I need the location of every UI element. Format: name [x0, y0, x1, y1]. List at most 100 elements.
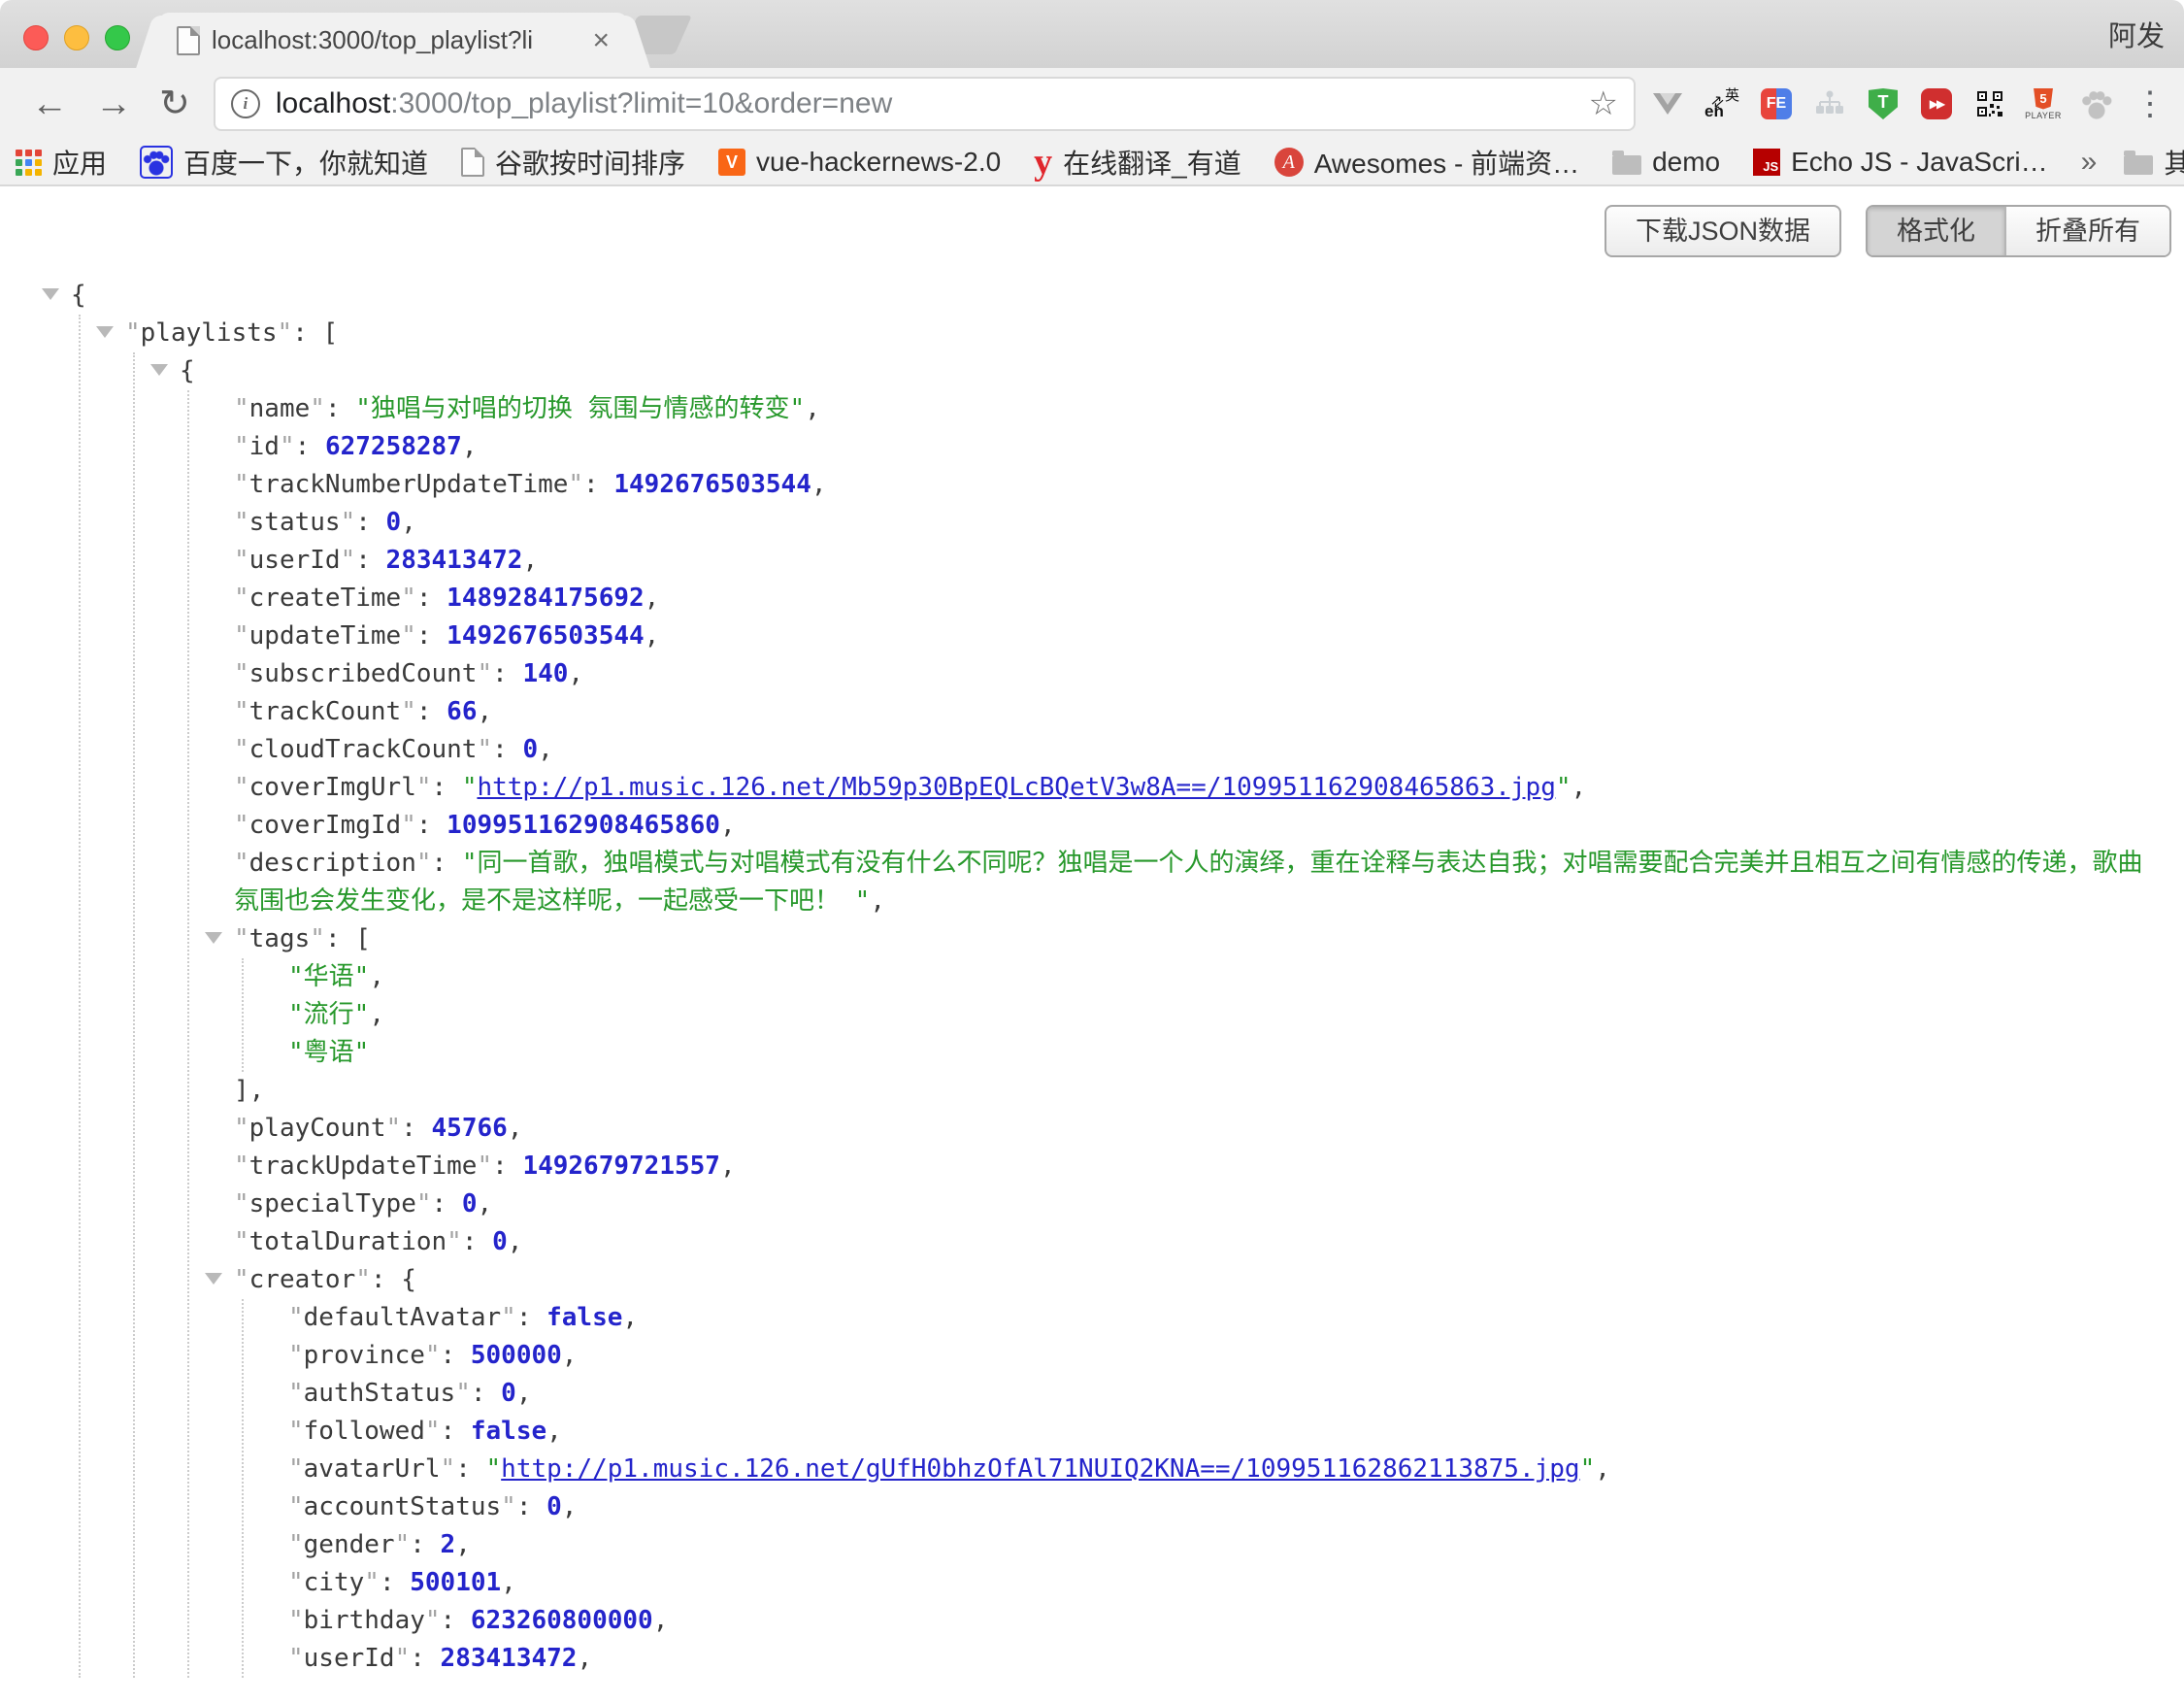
- json-punct: ,: [401, 508, 416, 537]
- vue-devtools-icon[interactable]: [1651, 85, 1684, 122]
- quote: ": [447, 1227, 462, 1256]
- collapse-toggle-icon[interactable]: [150, 364, 168, 376]
- json-boolean: false: [471, 1417, 546, 1446]
- json-key: "createTime": [234, 584, 416, 613]
- json-punct: :: [516, 1303, 546, 1332]
- json-line: "defaultAvatar": false,: [288, 1299, 2167, 1337]
- bookmark-google-sort[interactable]: 谷歌按时间排序: [461, 143, 685, 182]
- menu-dots-icon[interactable]: ⋮: [2134, 85, 2167, 122]
- paw-extension-icon[interactable]: [2080, 85, 2113, 122]
- minimize-window-button[interactable]: [64, 25, 89, 50]
- json-key: "specialType": [234, 1189, 432, 1219]
- collapse-toggle-icon[interactable]: [42, 288, 59, 300]
- bookmark-vue-hackernews[interactable]: V vue-hackernews-2.0: [718, 147, 1001, 178]
- quote: ": [234, 432, 249, 461]
- json-link[interactable]: http://p1.music.126.net/gUfH0bhzOfAl71NU…: [501, 1454, 1579, 1484]
- vue-logo-icon: V: [718, 149, 745, 176]
- json-number: 1492676503544: [447, 621, 645, 651]
- json-key: "city": [288, 1568, 380, 1597]
- json-key: "userId": [288, 1644, 410, 1673]
- json-key: "description": [234, 849, 432, 878]
- bookmark-echojs[interactable]: JS Echo JS - JavaScri…: [1753, 147, 2048, 178]
- info-icon[interactable]: i: [231, 89, 260, 118]
- collapse-toggle-icon[interactable]: [205, 1273, 222, 1285]
- video-speed-icon[interactable]: ▶▶: [1920, 85, 1953, 122]
- quote: ": [364, 1568, 380, 1597]
- zoom-window-button[interactable]: [105, 25, 130, 50]
- json-key-name: followed: [304, 1417, 425, 1446]
- json-line: "status": 0,: [234, 504, 2167, 542]
- tampermonkey-icon[interactable]: T: [1867, 85, 1900, 122]
- back-icon[interactable]: ←: [31, 85, 68, 122]
- bookmark-other-folder[interactable]: 其他书签: [2124, 143, 2184, 182]
- json-viewer-controls: 下载JSON数据 格式化 折叠所有: [1605, 205, 2171, 257]
- translate-icon[interactable]: 英 ⇄ en: [1704, 86, 1739, 121]
- tab-close-icon[interactable]: ×: [592, 26, 610, 55]
- bookmarks-overflow-icon[interactable]: »: [2081, 146, 2098, 179]
- quote: ": [234, 508, 249, 537]
- baidu-paw-icon: [140, 146, 173, 179]
- json-string: "http://p1.music.126.net/Mb59p30BpEQLcBQ…: [462, 773, 1572, 802]
- json-key-name: trackNumberUpdateTime: [249, 470, 569, 499]
- apps-grid-icon: [16, 150, 42, 176]
- profile-name[interactable]: 阿发: [2108, 0, 2165, 68]
- collapse-all-button[interactable]: 折叠所有: [2004, 207, 2169, 255]
- bookmark-youdao[interactable]: y 在线翻译_有道: [1034, 143, 1241, 182]
- bookmark-apps[interactable]: 应用: [16, 143, 107, 182]
- traffic-lights: [23, 25, 130, 50]
- sitemap-icon[interactable]: [1813, 85, 1846, 122]
- reload-icon[interactable]: ↻: [159, 85, 190, 122]
- html5-player-icon[interactable]: 5 PLAYER: [2027, 85, 2060, 122]
- bookmark-demo[interactable]: demo: [1612, 147, 1720, 178]
- quote: ": [234, 1227, 249, 1256]
- json-line: "description": "同一首歌，独唱模式与对唱模式有没有什么不同呢？独…: [234, 845, 2167, 920]
- json-number: 500101: [410, 1568, 501, 1597]
- json-punct: :: [441, 1606, 471, 1635]
- json-key: "updateTime": [234, 621, 416, 651]
- quote: ": [288, 1454, 304, 1484]
- json-boolean: false: [546, 1303, 622, 1332]
- awesomes-icon: A: [1274, 148, 1304, 177]
- json-punct: ],: [234, 1076, 264, 1105]
- tab-strip: localhost:3000/top_playlist?li × 阿发: [0, 0, 2184, 68]
- json-line: "华语",: [288, 958, 2167, 996]
- quote: ": [568, 470, 583, 499]
- json-key-name: specialType: [249, 1189, 416, 1219]
- address-bar[interactable]: i localhost:3000/top_playlist?limit=10&o…: [214, 77, 1636, 131]
- browser-tab[interactable]: localhost:3000/top_playlist?li ×: [159, 13, 627, 68]
- bookmark-awesomes[interactable]: A Awesomes - 前端资…: [1274, 143, 1579, 182]
- json-key-name: userId: [249, 546, 341, 575]
- download-json-button[interactable]: 下载JSON数据: [1605, 205, 1841, 257]
- json-punct: ,: [645, 584, 660, 613]
- bookmark-baidu[interactable]: 百度一下，你就知道: [140, 143, 428, 182]
- json-line: "createTime": 1489284175692,: [234, 580, 2167, 618]
- quote: ": [234, 697, 249, 726]
- json-link[interactable]: http://p1.music.126.net/Mb59p30BpEQLcBQe…: [477, 773, 1555, 802]
- json-punct: ,: [720, 1152, 736, 1181]
- browser-window: localhost:3000/top_playlist?li × 阿发 ← → …: [0, 0, 2184, 1703]
- json-key: "defaultAvatar": [288, 1303, 516, 1332]
- json-punct: ,: [477, 1189, 492, 1219]
- json-line: "playlists": [: [125, 315, 2167, 352]
- forward-icon[interactable]: →: [95, 85, 132, 122]
- collapse-toggle-icon[interactable]: [96, 326, 114, 338]
- json-number: 2: [441, 1530, 456, 1559]
- close-window-button[interactable]: [23, 25, 49, 50]
- quote: ": [355, 1265, 371, 1294]
- bookmark-star-icon[interactable]: ☆: [1589, 84, 1618, 123]
- fe-extension-icon[interactable]: FE: [1760, 85, 1793, 122]
- json-punct: ,: [562, 1341, 578, 1370]
- json-number: 0: [501, 1379, 516, 1408]
- json-line: "updateTime": 1492676503544,: [234, 618, 2167, 655]
- format-button[interactable]: 格式化: [1868, 207, 2004, 255]
- quote: ": [501, 1303, 516, 1332]
- quote: ": [288, 1568, 304, 1597]
- quote: ": [234, 621, 249, 651]
- quote: ": [234, 659, 249, 688]
- json-string: "粤语": [288, 1038, 369, 1067]
- quote: ": [477, 1152, 492, 1181]
- json-line: "gender": 2,: [288, 1526, 2167, 1564]
- qr-code-icon[interactable]: [1973, 85, 2006, 122]
- collapse-toggle-icon[interactable]: [205, 932, 222, 944]
- json-string: "http://p1.music.126.net/gUfH0bhzOfAl71N…: [486, 1454, 1596, 1484]
